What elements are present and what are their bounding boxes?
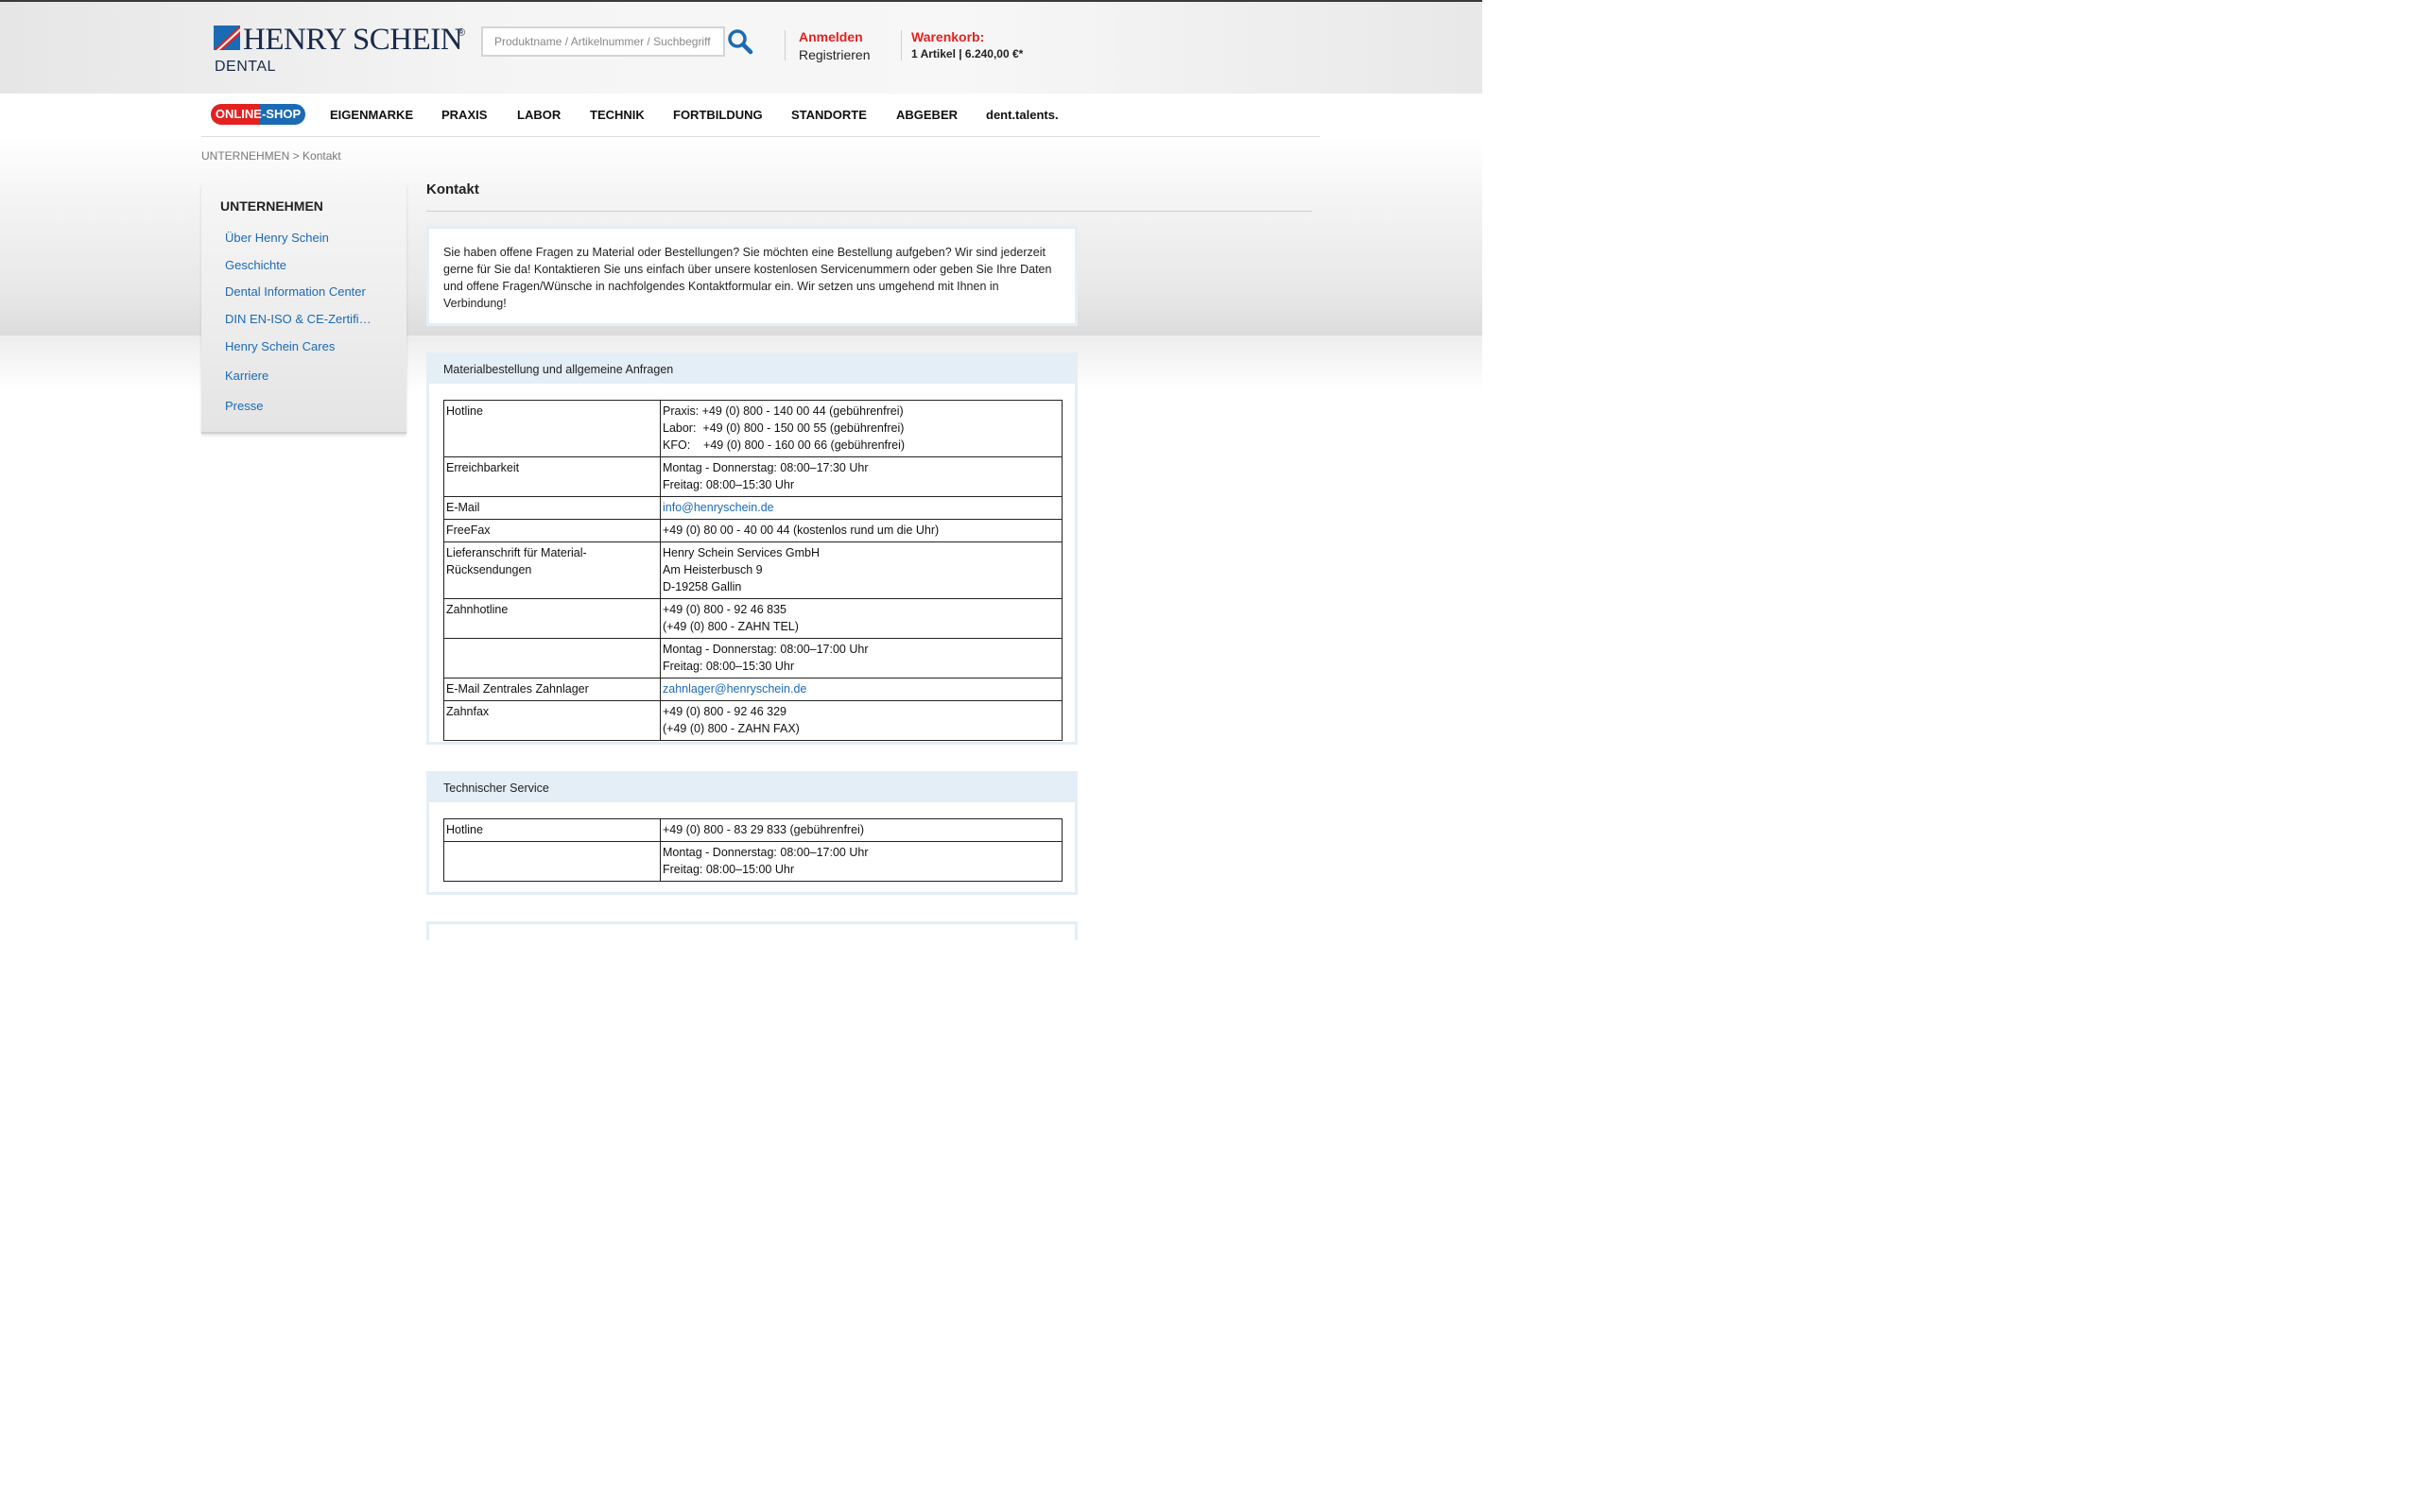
panel-technical-service: Technischer Service Hotline +49 (0) 800 … <box>426 771 1078 895</box>
table-row: Montag - Donnerstag: 08:00–17:00 Uhr Fre… <box>443 638 1063 679</box>
row-value: Praxis: +49 (0) 800 - 140 00 44 (gebühre… <box>660 400 1063 457</box>
table-row: Hotline +49 (0) 800 - 83 29 833 (gebühre… <box>443 818 1063 842</box>
row-label: Zahnfax <box>443 700 661 741</box>
panel-next <box>426 921 1078 940</box>
row-label: Erreichbarkeit <box>443 456 661 497</box>
row-value: +49 (0) 80 00 - 40 00 44 (kostenlos rund… <box>660 519 1063 542</box>
row-label: E-Mail <box>443 496 661 520</box>
nav-online-shop[interactable]: ONLINE-SHOP <box>211 104 305 125</box>
nav-item-dent-talents[interactable]: dent.talents. <box>986 108 1059 122</box>
logo-mark-icon <box>214 26 240 50</box>
sidebar-item-dental-information-center[interactable]: Dental Information Center <box>225 284 366 299</box>
row-value: info@henryschein.de <box>660 496 1063 520</box>
panel-material-orders: Materialbestellung und allgemeine Anfrag… <box>426 352 1078 745</box>
table-row: Lieferanschrift für Material- Rücksendun… <box>443 541 1063 599</box>
login-link[interactable]: Anmelden <box>799 29 863 44</box>
nav-item-abgeber[interactable]: ABGEBER <box>896 108 958 122</box>
sidebar-item-karriere[interactable]: Karriere <box>225 369 268 383</box>
row-value: Montag - Donnerstag: 08:00–17:30 Uhr Fre… <box>660 456 1063 497</box>
table-row: E-Mail Zentrales Zahnlager zahnlager@hen… <box>443 678 1063 701</box>
header-divider <box>785 30 786 60</box>
contact-table: Hotline Praxis: +49 (0) 800 - 140 00 44 … <box>443 400 1063 741</box>
panel-title: Technischer Service <box>429 774 1075 802</box>
table-row: Hotline Praxis: +49 (0) 800 - 140 00 44 … <box>443 400 1063 457</box>
row-value: +49 (0) 800 - 83 29 833 (gebührenfrei) <box>660 818 1063 842</box>
logo-subtitle: DENTAL <box>215 59 276 75</box>
intro-text: Sie haben offene Fragen zu Material oder… <box>443 246 1052 310</box>
row-value: +49 (0) 800 - 92 46 835 (+49 (0) 800 - Z… <box>660 598 1063 639</box>
nav-item-eigenmarke[interactable]: EIGENMARKE <box>330 108 413 122</box>
row-label: E-Mail Zentrales Zahnlager <box>443 678 661 701</box>
row-label: Hotline <box>443 400 661 457</box>
table-row: Erreichbarkeit Montag - Donnerstag: 08:0… <box>443 456 1063 497</box>
sidebar-item-din-en-iso[interactable]: DIN EN-ISO & CE-Zertifi… <box>225 312 372 326</box>
table-row: Zahnhotline +49 (0) 800 - 92 46 835 (+49… <box>443 598 1063 639</box>
sidebar-item-presse[interactable]: Presse <box>225 399 263 413</box>
row-value: +49 (0) 800 - 92 46 329 (+49 (0) 800 - Z… <box>660 700 1063 741</box>
breadcrumb[interactable]: UNTERNEHMEN > Kontakt <box>201 149 341 163</box>
row-value: zahnlager@henryschein.de <box>660 678 1063 701</box>
search-icon[interactable] <box>727 28 753 55</box>
nav-item-labor[interactable]: LABOR <box>517 108 561 122</box>
nav-item-standorte[interactable]: STANDORTE <box>791 108 867 122</box>
row-label: FreeFax <box>443 519 661 542</box>
nav-divider <box>201 136 1320 137</box>
logo-registered-mark: ® <box>458 27 466 39</box>
title-divider <box>426 211 1312 212</box>
sidebar-item-henry-schein-cares[interactable]: Henry Schein Cares <box>225 339 335 353</box>
sidebar-item-geschichte[interactable]: Geschichte <box>225 258 286 272</box>
page-title: Kontakt <box>426 181 479 198</box>
header-divider <box>901 30 902 60</box>
row-value: Montag - Donnerstag: 08:00–17:00 Uhr Fre… <box>660 638 1063 679</box>
nav-item-fortbildung[interactable]: FORTBILDUNG <box>673 108 763 122</box>
intro-box: Sie haben offene Fragen zu Material oder… <box>426 226 1078 326</box>
cart-link[interactable]: Warenkorb: <box>911 29 984 44</box>
search-input[interactable] <box>481 26 725 57</box>
row-value: Montag - Donnerstag: 08:00–17:00 Uhr Fre… <box>660 841 1063 882</box>
panel-title: Materialbestellung und allgemeine Anfrag… <box>429 355 1075 384</box>
henry-schein-logo[interactable]: HENRY SCHEIN ® DENTAL <box>214 23 471 78</box>
row-label <box>443 841 661 882</box>
cart-summary[interactable]: 1 Artikel | 6.240,00 €* <box>911 47 1023 60</box>
table-row: E-Mail info@henryschein.de <box>443 496 1063 520</box>
sidebar-title: UNTERNEHMEN <box>220 198 323 214</box>
row-label: Hotline <box>443 818 661 842</box>
email-link[interactable]: info@henryschein.de <box>663 501 774 514</box>
row-label: Zahnhotline <box>443 598 661 639</box>
sidebar-item-ueber-henry-schein[interactable]: Über Henry Schein <box>225 231 329 245</box>
nav-item-praxis[interactable]: PRAXIS <box>441 108 487 122</box>
nav-item-technik[interactable]: TECHNIK <box>590 108 645 122</box>
table-row: Montag - Donnerstag: 08:00–17:00 Uhr Fre… <box>443 841 1063 882</box>
row-label: Lieferanschrift für Material- Rücksendun… <box>443 541 661 599</box>
register-link[interactable]: Registrieren <box>799 47 870 62</box>
row-label <box>443 638 661 679</box>
email-link[interactable]: zahnlager@henryschein.de <box>663 682 806 696</box>
table-row: FreeFax +49 (0) 80 00 - 40 00 44 (kosten… <box>443 519 1063 542</box>
table-row: Zahnfax +49 (0) 800 - 92 46 329 (+49 (0)… <box>443 700 1063 741</box>
contact-table: Hotline +49 (0) 800 - 83 29 833 (gebühre… <box>443 818 1063 882</box>
sidebar: UNTERNEHMEN Über Henry Schein Geschichte… <box>201 184 406 434</box>
logo-wordmark: HENRY SCHEIN <box>243 23 463 57</box>
row-value: Henry Schein Services GmbH Am Heisterbus… <box>660 541 1063 599</box>
